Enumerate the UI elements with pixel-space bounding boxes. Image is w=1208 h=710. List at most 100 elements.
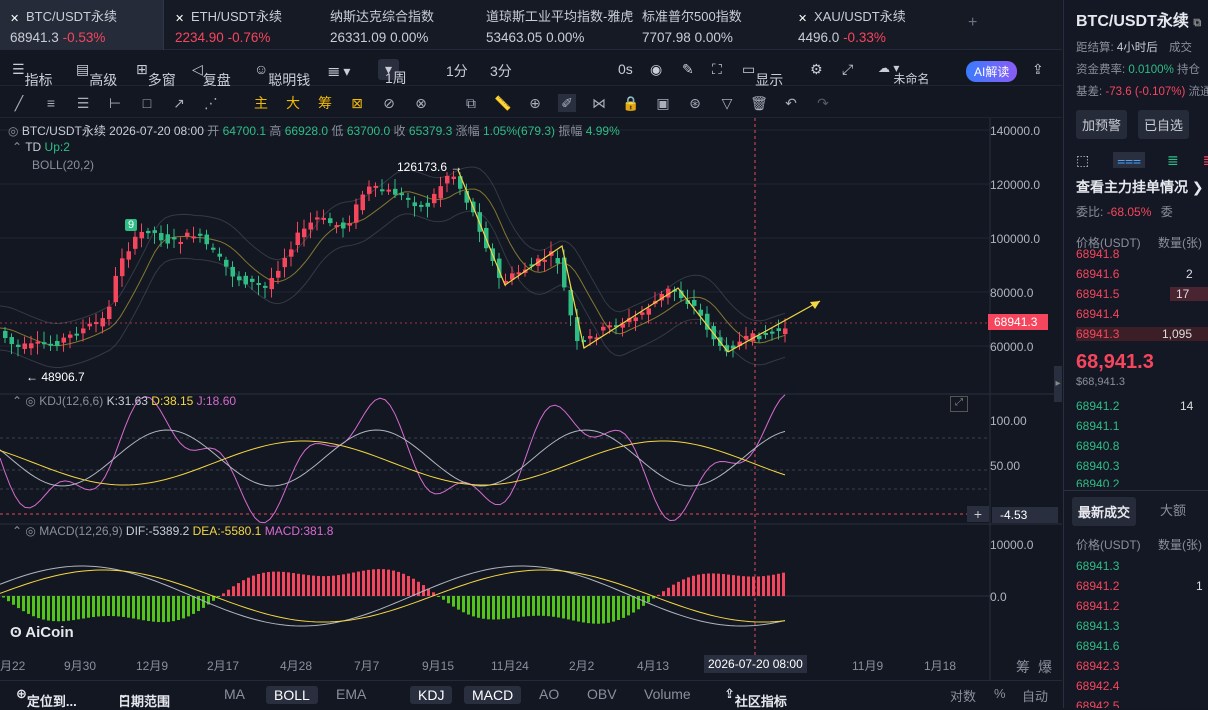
ticker-dow[interactable]: 道琼斯工业平均指数-雅虎 53463.05 0.00% xyxy=(476,0,633,50)
auto-scale-toggle[interactable]: 自动 xyxy=(1022,686,1048,705)
candle-body xyxy=(347,223,352,226)
book-asks-icon[interactable]: ≣ xyxy=(1203,152,1208,168)
tab-latest-trades[interactable]: 最新成交 xyxy=(1072,497,1137,526)
ticker-sp500[interactable]: 标准普尔500指数 7707.98 0.00% xyxy=(632,0,782,50)
ask-row[interactable]: 68941.5 17 xyxy=(1076,287,1208,301)
chart-info-icon[interactable]: ◎ xyxy=(8,124,18,138)
close-icon[interactable]: ✕ xyxy=(10,13,22,25)
lock-icon[interactable]: 🔒 xyxy=(622,94,640,112)
cross-icon[interactable]: ⊗ xyxy=(412,94,430,112)
ai-interpret-button[interactable]: AI解读 xyxy=(966,61,1018,82)
template-icon[interactable]: ▣ xyxy=(654,94,672,112)
rect-tool-icon[interactable]: □ xyxy=(138,94,156,112)
book-both-icon[interactable]: ⬚ xyxy=(1076,152,1089,168)
indicator-ao[interactable]: AO xyxy=(539,686,559,702)
add-crosshair-icon[interactable]: + xyxy=(967,506,989,522)
community-indicator-button[interactable]: ⇪ 社区指标 xyxy=(724,686,787,709)
book-split-icon[interactable]: ⩶ xyxy=(1113,152,1146,168)
layout-select[interactable]: ☁ 未命名 ▾ xyxy=(878,61,929,86)
multiwindow-button[interactable]: ⊞ 多窗 xyxy=(136,61,176,88)
bid-row[interactable]: 68940.3 xyxy=(1076,459,1119,473)
hline-tool-icon[interactable]: ☰ xyxy=(74,94,92,112)
maximize-pane-icon[interactable]: ⤢ xyxy=(950,396,968,412)
indicator-obv[interactable]: OBV xyxy=(587,686,617,702)
zoom-icon[interactable]: ⊕ xyxy=(526,94,544,112)
camera-icon[interactable]: ◉ xyxy=(650,61,662,78)
indicators-button[interactable]: ☰ 指标 xyxy=(12,61,53,88)
period-3m[interactable]: 3分 xyxy=(490,61,512,81)
indicator-volume[interactable]: Volume xyxy=(644,686,691,702)
percent-scale-toggle[interactable]: % xyxy=(994,686,1006,701)
pen-icon[interactable]: ✎ xyxy=(682,61,694,78)
trash-icon[interactable]: 🗑 xyxy=(750,94,768,112)
ticker-eth[interactable]: ✕ ETH/USDT永续 2234.90 -0.76% xyxy=(165,0,320,50)
bid-row[interactable]: 68940.8 xyxy=(1076,439,1119,453)
cross-edit-icon[interactable]: ⊘ xyxy=(380,94,398,112)
replay-button[interactable]: ◁ 复盘 xyxy=(192,61,231,88)
expand-icon[interactable]: ⤢ xyxy=(842,61,853,78)
ask-row[interactable]: 68941.8 xyxy=(1076,247,1119,261)
boll-legend[interactable]: BOLL(20,2) xyxy=(32,158,94,172)
copy-icon[interactable]: ⧉ xyxy=(462,94,480,112)
main-orders-link[interactable]: 查看主力挂单情况 ❯ xyxy=(1076,177,1204,197)
ticker-btc[interactable]: ✕ BTC/USDT永续 68941.3 -0.53% xyxy=(0,0,164,50)
watchlist-button[interactable]: 已自选 xyxy=(1138,110,1190,139)
burst-button[interactable]: 爆 xyxy=(1038,657,1052,677)
add-ticker-icon[interactable]: + xyxy=(968,14,977,32)
macd-legend[interactable]: ⌃ ◎ MACD(12,26,9) DIF:-5389.2 DEA:-5580.… xyxy=(12,524,333,538)
period-select[interactable]: 1周 ▾ xyxy=(378,59,407,86)
fullscreen-left-icon[interactable]: ⛶ xyxy=(712,61,722,78)
share-icon[interactable]: ⇪ xyxy=(1032,61,1044,78)
close-icon[interactable]: ✕ xyxy=(175,13,187,25)
macd-histogram-bar xyxy=(217,596,220,598)
period-1m[interactable]: 1分 xyxy=(446,61,468,81)
brush-icon[interactable]: ✐ xyxy=(558,94,576,112)
link-icon[interactable]: ⊛ xyxy=(686,94,704,112)
ray-tool-icon[interactable]: ⊢ xyxy=(106,94,124,112)
ticker-nasdaq[interactable]: 纳斯达克综合指数 26331.09 0.00% xyxy=(320,0,475,50)
ticker-xau[interactable]: ✕ XAU/USDT永续 4496.0 -0.33% xyxy=(788,0,948,50)
indicator-boll[interactable]: BOLL xyxy=(266,686,318,704)
tab-big-trades[interactable]: 大额 xyxy=(1160,500,1186,519)
td-legend[interactable]: ⌃ TD Up:2 xyxy=(12,140,70,154)
chip-button[interactable]: 筹 xyxy=(1016,657,1030,677)
smart-money-button[interactable]: ☺ 聪明钱 xyxy=(254,61,310,88)
line-tool-icon[interactable]: ╱ xyxy=(10,94,28,112)
kdj-legend[interactable]: ⌃ ◎ KDJ(12,6,6) K:31.63 D:38.15 J:18.60 xyxy=(12,394,236,408)
display-button[interactable]: ▭ 显示 xyxy=(742,61,783,88)
date-range-select[interactable]: 日期范围 ⌄ xyxy=(118,686,170,709)
big-order-tool[interactable]: 大 xyxy=(284,94,302,112)
popout-icon[interactable]: ⧉ xyxy=(1193,17,1201,29)
indicator-ma[interactable]: MA xyxy=(224,686,245,702)
settings-icon[interactable]: ⚙ xyxy=(810,61,823,78)
indicator-kdj[interactable]: KDJ xyxy=(410,686,453,704)
arrow-tool-icon[interactable]: ↗ xyxy=(170,94,188,112)
ask-row[interactable]: 68941.6 2 xyxy=(1076,267,1193,281)
bid-row[interactable]: 68940.2 xyxy=(1076,477,1119,487)
candle-type-icon[interactable]: 𝍣 ▾ xyxy=(328,61,350,85)
redo-icon[interactable]: ↷ xyxy=(814,94,832,112)
log-scale-toggle[interactable]: 对数 xyxy=(950,686,976,705)
book-bids-icon[interactable]: ≣ xyxy=(1167,152,1179,168)
bid-row[interactable]: 68941.1 xyxy=(1076,419,1119,433)
bid-row[interactable]: 68941.2 14 xyxy=(1076,399,1193,413)
main-force-tool[interactable]: 主 xyxy=(252,94,270,112)
indicator-macd[interactable]: MACD xyxy=(464,686,522,704)
undo-icon[interactable]: ↶ xyxy=(782,94,800,112)
collapse-panel-handle[interactable]: ▸ xyxy=(1054,366,1062,402)
advanced-button[interactable]: ▤ 高级 xyxy=(76,61,117,88)
ask-row[interactable]: 68941.3 1,095 xyxy=(1076,327,1208,341)
ruler-icon[interactable]: 📏 xyxy=(494,94,512,112)
path-tool-icon[interactable]: ⋰ xyxy=(202,94,220,112)
locate-button[interactable]: ⊕ 定位到... xyxy=(16,686,77,709)
filter-icon[interactable]: ▽ xyxy=(718,94,736,112)
magnet-icon[interactable]: ⋈ xyxy=(590,94,608,112)
edit-tool-icon[interactable]: ⊠ xyxy=(348,94,366,112)
parallel-tool-icon[interactable]: ≡ xyxy=(42,94,60,112)
date-tick: 12月9 xyxy=(136,659,169,673)
add-alert-button[interactable]: 加预警 xyxy=(1076,110,1128,139)
indicator-ema[interactable]: EMA xyxy=(336,686,366,702)
close-icon[interactable]: ✕ xyxy=(798,13,810,25)
ask-row[interactable]: 68941.4 xyxy=(1076,307,1119,321)
chip-tool[interactable]: 筹 xyxy=(316,94,334,112)
